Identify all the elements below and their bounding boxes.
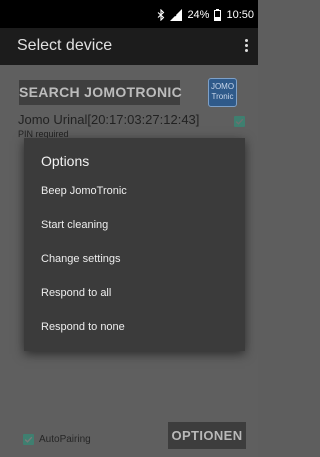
search-jomotronic-button[interactable]: SEARCH JOMOTRONIC bbox=[19, 80, 182, 105]
jomotronic-logo: JOMO Tronic bbox=[208, 78, 237, 107]
option-respond-to-none[interactable]: Respond to none bbox=[24, 311, 245, 344]
bluetooth-icon bbox=[157, 9, 165, 21]
screen: 24% 10:50 Select device SEARCH JOMOTRONI… bbox=[0, 0, 258, 457]
clock: 10:50 bbox=[226, 9, 254, 21]
battery-percent: 24% bbox=[187, 9, 210, 21]
status-bar: 24% 10:50 bbox=[0, 0, 258, 28]
status-indicators: 24% 10:50 bbox=[157, 8, 254, 22]
option-label: Respond to all bbox=[41, 287, 112, 299]
autopairing-checkbox[interactable] bbox=[23, 434, 34, 445]
option-label: Beep JomoTronic bbox=[41, 185, 127, 197]
options-dialog: Options Beep JomoTronic Start cleaning C… bbox=[24, 138, 245, 351]
page-title: Select device bbox=[17, 37, 113, 54]
device-name[interactable]: Jomo Urinal[20:17:03:27:12:43] bbox=[18, 113, 199, 127]
option-change-settings[interactable]: Change settings bbox=[24, 243, 245, 276]
option-beep-jomotronic[interactable]: Beep JomoTronic bbox=[24, 175, 245, 208]
option-label: Respond to none bbox=[41, 321, 125, 333]
autopairing-label: AutoPairing bbox=[39, 434, 91, 445]
device-checkbox[interactable] bbox=[234, 116, 245, 127]
option-respond-to-all[interactable]: Respond to all bbox=[24, 277, 245, 310]
option-label: Change settings bbox=[41, 253, 121, 265]
battery-icon bbox=[214, 9, 222, 21]
signal-icon bbox=[170, 9, 183, 21]
app-bar: Select device bbox=[0, 28, 258, 65]
logo-line-2: Tronic bbox=[211, 92, 234, 101]
optionen-button[interactable]: OPTIONEN bbox=[168, 422, 246, 449]
logo-line-1: JOMO bbox=[210, 82, 235, 91]
overflow-menu-icon[interactable] bbox=[245, 39, 249, 53]
option-label: Start cleaning bbox=[41, 219, 109, 231]
option-start-cleaning[interactable]: Start cleaning bbox=[24, 209, 245, 242]
dialog-title: Options bbox=[41, 153, 90, 169]
